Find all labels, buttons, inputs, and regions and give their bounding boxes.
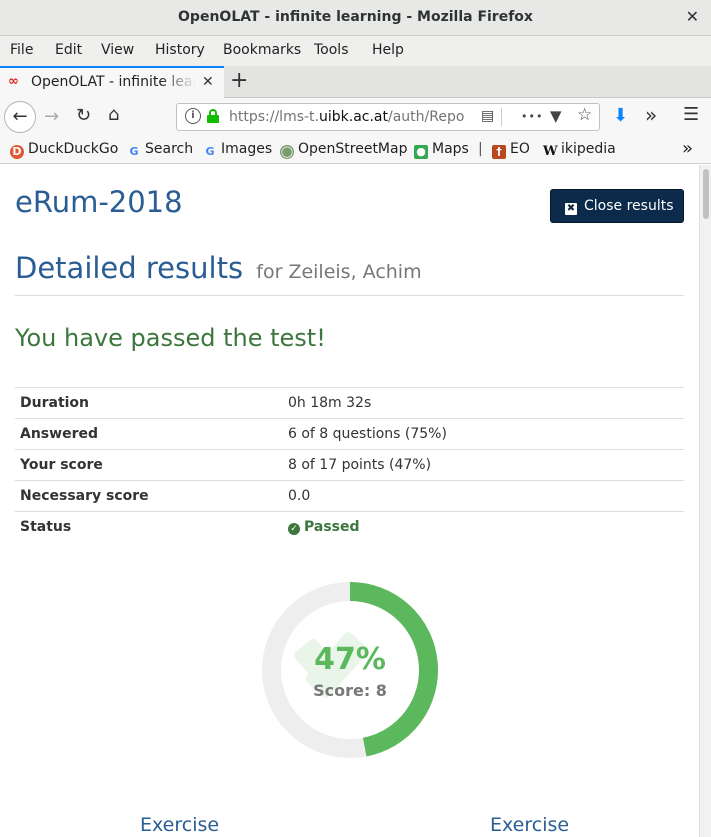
results-table: Duration 0h 18m 32s Answered 6 of 8 ques… [15, 387, 684, 543]
openstreetmap-icon: ◯ [280, 145, 294, 159]
bookmark-separator: | [478, 141, 483, 157]
close-results-label: Close results [584, 198, 674, 214]
menu-file[interactable]: File [10, 42, 33, 58]
menu-view[interactable]: View [101, 42, 134, 58]
window-titlebar: OpenOLAT - infinite learning - Mozilla F… [0, 0, 711, 36]
window-title: OpenOLAT - infinite learning - Mozilla F… [178, 9, 533, 25]
bookmark-maps[interactable]: ● Maps [414, 141, 469, 159]
page-actions-icon[interactable]: ••• [521, 110, 543, 123]
site-info-icon[interactable]: i [185, 108, 201, 124]
row-value: 0.0 [283, 480, 684, 512]
pocket-icon[interactable]: ▼ [550, 107, 562, 125]
bookmarks-overflow-icon[interactable]: » [682, 138, 693, 159]
row-key: Duration [15, 387, 283, 419]
openolat-icon: ∞ [8, 74, 19, 89]
duckduckgo-icon: D [10, 145, 24, 159]
reader-view-icon[interactable]: ▤ [481, 108, 494, 124]
course-title: eRum-2018 [15, 185, 183, 219]
page-scrollbar[interactable] [699, 165, 711, 837]
passed-message: You have passed the test! [15, 324, 326, 352]
page-heading: Detailed results for Zeileis, Achim [15, 251, 422, 285]
row-value: 0h 18m 32s [283, 387, 684, 419]
table-row: Answered 6 of 8 questions (75%) [15, 418, 684, 450]
score-percent: 47% [314, 642, 386, 677]
bookmarks-toolbar: D DuckDuckGo G Search G Images ◯ OpenStreetM… [0, 136, 711, 164]
new-tab-icon[interactable]: + [230, 68, 248, 93]
hamburger-menu-icon[interactable]: ☰ [683, 104, 699, 125]
bookmark-wikipedia[interactable]: Wikipedia [543, 141, 616, 159]
table-row: Necessary score 0.0 [15, 480, 684, 512]
close-results-button[interactable]: ✖ Close results [550, 189, 684, 223]
bookmark-openstreetmap[interactable]: ◯ OpenStreetMap [280, 141, 407, 159]
row-key: Your score [15, 449, 283, 481]
status-text: Passed [304, 519, 360, 536]
maps-icon: ● [414, 145, 428, 159]
scrollbar-thumb[interactable] [703, 169, 709, 219]
url-bar[interactable]: i https://lms-t.uibk.ac.at/auth/Repo ▤ •… [176, 103, 600, 131]
table-row: Status ✓ Passed [15, 511, 684, 543]
row-value: 6 of 8 questions (75%) [283, 418, 684, 450]
heading-for-user: for Zeileis, Achim [256, 261, 422, 283]
bookmark-star-icon[interactable]: ☆ [577, 105, 592, 125]
table-row: Your score 8 of 17 points (47%) [15, 449, 684, 481]
lock-icon [207, 109, 219, 123]
reload-icon[interactable]: ↻ [76, 105, 91, 126]
heading-text: Detailed results [15, 251, 244, 285]
menu-edit[interactable]: Edit [55, 42, 82, 58]
tab-bar: ∞ OpenOLAT - infinite learning - Mozilla… [0, 66, 711, 98]
menu-bookmarks[interactable]: Bookmarks [223, 42, 301, 58]
downloads-icon[interactable]: ⬇ [613, 105, 628, 126]
exercise-link[interactable]: Exercise [140, 814, 219, 836]
url-separator [501, 108, 502, 126]
score-donut: 47% Score: 8 [260, 580, 440, 760]
check-circle-icon: ✓ [288, 523, 300, 536]
page-content: eRum-2018 ✖ Close results Detailed result… [0, 165, 699, 837]
eo-icon: † [492, 145, 506, 159]
status-badge: ✓ Passed [288, 519, 360, 536]
row-key: Necessary score [15, 480, 283, 512]
menu-history[interactable]: History [155, 42, 205, 58]
row-value: ✓ Passed [283, 511, 684, 543]
menu-bar: File Edit View History Bookmarks Tools H… [0, 36, 711, 66]
heading-divider [15, 295, 684, 296]
tab-openolat[interactable]: ∞ OpenOLAT - infinite learning - Mozilla… [0, 66, 224, 98]
google-icon: G [129, 145, 139, 158]
forward-button-icon[interactable]: → [44, 106, 59, 127]
bookmark-images[interactable]: G Images [203, 141, 272, 159]
exercise-link[interactable]: Exercise [490, 814, 569, 836]
back-button-icon[interactable]: ← [4, 101, 36, 133]
tab-label-fade [160, 72, 196, 94]
url-text[interactable]: https://lms-t.uibk.ac.at/auth/Repo [229, 109, 477, 125]
overflow-chevron-icon[interactable]: » [645, 103, 657, 127]
window-close-icon[interactable]: ✕ [686, 7, 699, 26]
close-icon: ✖ [565, 203, 577, 215]
tab-close-icon[interactable]: ✕ [202, 74, 214, 90]
row-key: Status [15, 511, 283, 543]
home-icon[interactable]: ⌂ [108, 104, 119, 125]
table-row: Duration 0h 18m 32s [15, 387, 684, 419]
menu-help[interactable]: Help [372, 42, 404, 58]
google-icon: G [205, 145, 215, 158]
navigation-bar: ← → ↻ ⌂ i https://lms-t.uibk.ac.at/auth/… [0, 98, 711, 136]
row-key: Answered [15, 418, 283, 450]
row-value: 8 of 17 points (47%) [283, 449, 684, 481]
bookmark-eo[interactable]: † EO [492, 141, 530, 159]
bookmark-search[interactable]: G Search [127, 141, 193, 159]
bookmark-duckduckgo[interactable]: D DuckDuckGo [10, 141, 118, 159]
wikipedia-icon: W [543, 144, 558, 159]
menu-tools[interactable]: Tools [314, 42, 349, 58]
score-points: Score: 8 [313, 681, 387, 700]
